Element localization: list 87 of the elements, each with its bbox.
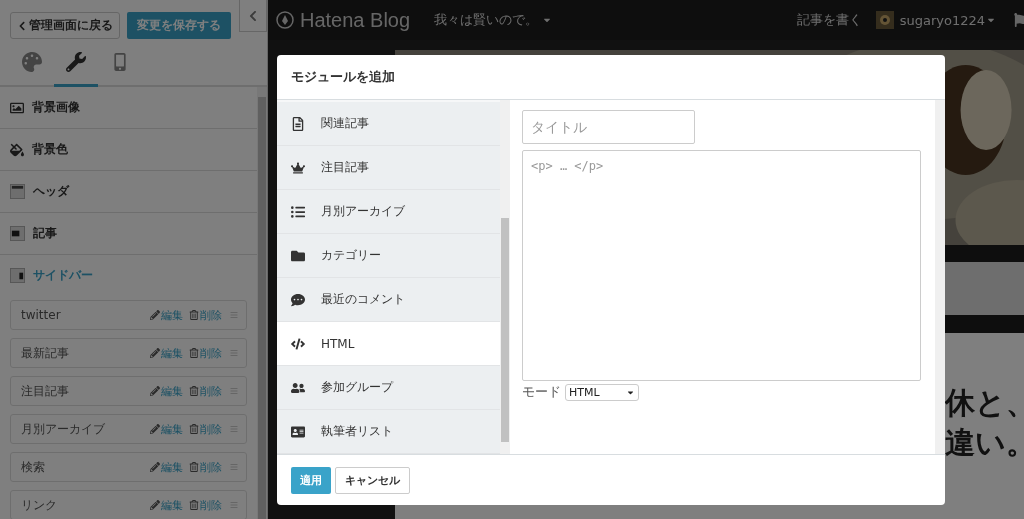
drag-handle-icon[interactable] xyxy=(230,387,238,395)
delete-link[interactable]: 削除 xyxy=(189,497,222,513)
delete-link[interactable]: 削除 xyxy=(189,345,222,361)
drag-handle-icon[interactable] xyxy=(230,501,238,509)
flag-icon[interactable] xyxy=(1014,13,1024,27)
collapse-button[interactable] xyxy=(239,0,267,32)
drag-handle-icon[interactable] xyxy=(230,311,238,319)
logo-text[interactable]: Hatena Blog xyxy=(300,8,411,32)
article-heading: 休と、 xyxy=(945,384,1024,422)
trash-icon xyxy=(189,348,199,358)
drag-handle-icon[interactable] xyxy=(230,425,238,433)
pencil-icon xyxy=(150,348,160,358)
apply-button[interactable]: 適用 xyxy=(291,466,331,494)
users-icon xyxy=(291,380,305,395)
module-type-item[interactable]: 注目記事 xyxy=(277,146,500,190)
module-type-item[interactable]: HTML xyxy=(277,322,500,366)
scroll-bar[interactable] xyxy=(500,100,510,454)
avatar-icon[interactable] xyxy=(875,11,894,29)
smartphone-icon xyxy=(111,53,129,71)
module-name: twitter xyxy=(21,308,62,322)
trash-icon xyxy=(189,310,199,320)
wrench-icon xyxy=(66,52,86,72)
code-icon xyxy=(291,336,305,351)
palette-icon xyxy=(22,52,42,72)
delete-link[interactable]: 削除 xyxy=(189,383,222,399)
edit-link[interactable]: 編集 xyxy=(150,497,183,513)
edit-link[interactable]: 編集 xyxy=(150,307,183,323)
chevron-left-icon xyxy=(247,9,259,22)
dialog-title: モジュールを追加 xyxy=(291,68,395,86)
module-name: リンク xyxy=(21,496,58,514)
delete-link[interactable]: 削除 xyxy=(189,459,222,475)
save-button[interactable]: 変更を保存する xyxy=(127,12,231,39)
drag-handle-icon[interactable] xyxy=(230,463,238,471)
list-icon xyxy=(291,204,305,219)
scroll-bar[interactable] xyxy=(257,87,267,519)
crown-icon xyxy=(291,160,305,175)
module-name: 月別アーカイブ xyxy=(21,420,106,438)
pencil-icon xyxy=(150,310,160,320)
settings-section[interactable]: サイドバー xyxy=(0,255,257,296)
mode-select[interactable]: HTML xyxy=(565,383,639,401)
drag-handle-icon[interactable] xyxy=(230,349,238,357)
trash-icon xyxy=(189,424,199,434)
chevron-left-icon xyxy=(17,20,27,31)
article-heading: 違い。 xyxy=(945,424,1024,462)
pencil-icon xyxy=(150,424,160,434)
blog-title-menu[interactable]: 我々は賢いので。 xyxy=(434,11,553,29)
layout-icon xyxy=(10,226,25,241)
html-field[interactable]: <p> … </p> xyxy=(522,150,921,381)
module-name: 検索 xyxy=(21,458,46,476)
edit-link[interactable]: 編集 xyxy=(150,459,183,475)
layout-icon xyxy=(10,268,25,283)
settings-section[interactable]: 記事 xyxy=(0,213,257,255)
trash-icon xyxy=(189,462,199,472)
edit-link[interactable]: 編集 xyxy=(150,345,183,361)
trash-icon xyxy=(189,386,199,396)
settings-section[interactable]: ヘッダ xyxy=(0,171,257,213)
paint-bucket-icon xyxy=(10,142,24,157)
pencil-icon xyxy=(150,462,160,472)
edit-link[interactable]: 編集 xyxy=(150,421,183,437)
trash-icon xyxy=(189,500,199,510)
document-icon xyxy=(291,116,305,131)
module-name: 注目記事 xyxy=(21,382,70,400)
edit-link[interactable]: 編集 xyxy=(150,383,183,399)
scroll-bar[interactable] xyxy=(935,100,945,454)
delete-link[interactable]: 削除 xyxy=(189,421,222,437)
module-type-item[interactable]: カテゴリー xyxy=(277,234,500,278)
comment-icon xyxy=(291,292,305,307)
user-menu[interactable]: sugaryo1224 xyxy=(899,12,996,28)
module-type-item[interactable]: 参加グループ xyxy=(277,366,500,410)
module-type-item[interactable]: 月別アーカイブ xyxy=(277,190,500,234)
back-button[interactable]: 管理画面に戻る xyxy=(10,12,120,39)
folder-icon xyxy=(291,248,305,263)
contact-card-icon xyxy=(291,424,305,439)
pen-nib-icon xyxy=(276,11,294,29)
layout-icon xyxy=(10,184,25,199)
cancel-button[interactable]: キャンセル xyxy=(335,466,410,494)
write-link[interactable]: 記事を書く xyxy=(796,11,862,29)
mode-label: モード xyxy=(522,383,561,401)
image-icon xyxy=(10,100,24,115)
module-type-item[interactable]: 執筆者リスト xyxy=(277,410,500,454)
title-field[interactable]: タイトル xyxy=(522,110,695,144)
pencil-icon xyxy=(150,500,160,510)
delete-link[interactable]: 削除 xyxy=(189,307,222,323)
pencil-icon xyxy=(150,386,160,396)
module-type-item[interactable]: 最近のコメント xyxy=(277,278,500,322)
module-name: 最新記事 xyxy=(21,344,70,362)
module-type-item[interactable]: 関連記事 xyxy=(277,102,500,146)
